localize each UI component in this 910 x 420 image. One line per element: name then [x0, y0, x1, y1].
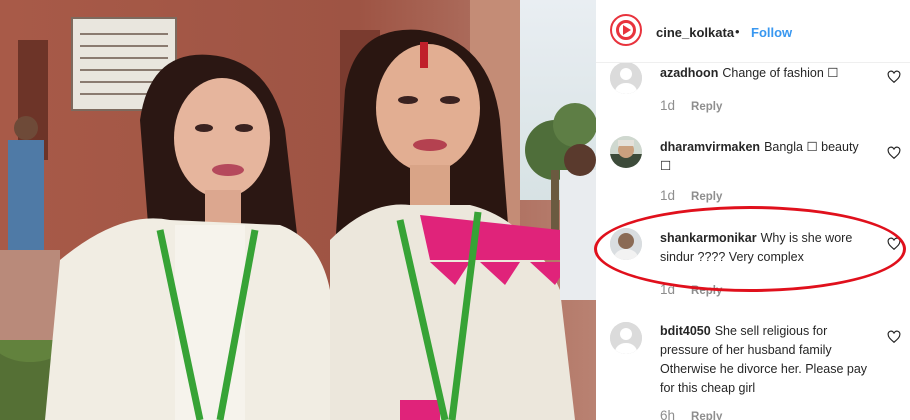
comment-text: dharamvirmaken Bangla ☐ beauty ☐: [660, 138, 870, 176]
comment-time[interactable]: 1d: [660, 98, 675, 113]
comment-text: bdit4050 She sell religious for pressure …: [660, 322, 870, 398]
avatar[interactable]: [610, 322, 642, 354]
play-logo-icon[interactable]: [610, 14, 642, 46]
profile-photo: [610, 136, 642, 168]
heart-outline-icon[interactable]: [887, 146, 901, 160]
comment-time[interactable]: 1d: [660, 282, 675, 297]
separator-dot: •: [735, 24, 740, 39]
heart-outline-icon[interactable]: [887, 330, 901, 344]
comment-time[interactable]: 1d: [660, 188, 675, 203]
heart-outline-icon[interactable]: [887, 237, 901, 251]
reply-button[interactable]: Reply: [691, 285, 722, 297]
reply-button[interactable]: Reply: [691, 101, 722, 113]
comment-meta: 1d Reply: [660, 98, 722, 113]
comment-text: azadhoon Change of fashion ☐: [660, 64, 870, 83]
comment-username[interactable]: azadhoon: [660, 66, 718, 80]
comment-username[interactable]: shankarmonikar: [660, 231, 757, 245]
default-avatar-icon: [610, 322, 642, 354]
avatar[interactable]: [610, 136, 642, 168]
follow-button[interactable]: Follow: [751, 25, 792, 40]
post-header: cine_kolkata • Follow: [596, 0, 910, 63]
avatar[interactable]: [610, 62, 642, 94]
photo-illustration: [0, 0, 596, 420]
avatar[interactable]: [610, 228, 642, 260]
comment-meta: 1d Reply: [660, 282, 722, 297]
comment-body: Change of fashion ☐: [722, 66, 839, 80]
comment-time[interactable]: 6h: [660, 408, 675, 420]
default-avatar-icon: [610, 62, 642, 94]
comment-username[interactable]: dharamvirmaken: [660, 140, 760, 154]
reply-button[interactable]: Reply: [691, 191, 722, 203]
post-photo: [0, 0, 596, 420]
comments-panel: cine_kolkata • Follow azadhoon Change of …: [596, 0, 910, 420]
reply-button[interactable]: Reply: [691, 411, 722, 420]
comment-text: shankarmonikar Why is she wore sindur ???…: [660, 229, 870, 267]
comment-username[interactable]: bdit4050: [660, 324, 711, 338]
comment-meta: 1d Reply: [660, 188, 722, 203]
post-username[interactable]: cine_kolkata: [656, 25, 734, 40]
profile-photo: [610, 228, 642, 260]
heart-outline-icon[interactable]: [887, 70, 901, 84]
comment-meta: 6h Reply: [660, 408, 722, 420]
